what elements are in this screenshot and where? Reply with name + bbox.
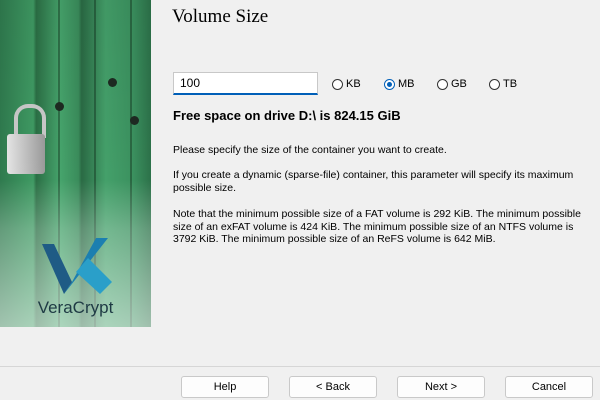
unit-radio-tb[interactable]: TB <box>489 78 517 90</box>
veracrypt-logo-icon <box>42 238 112 294</box>
help-button[interactable]: Help <box>181 376 269 398</box>
volume-size-input[interactable]: 100 <box>173 72 318 95</box>
unit-radio-mb[interactable]: MB <box>384 78 415 90</box>
unit-label: KB <box>346 78 361 90</box>
info-paragraph: Please specify the size of the container… <box>173 144 447 156</box>
next-button[interactable]: Next > <box>397 376 485 398</box>
page-title: Volume Size <box>172 6 269 27</box>
veracrypt-logo-text: VeraCrypt <box>37 298 114 317</box>
free-space-label: Free space on drive D:\ is 824.15 GiB <box>173 108 401 123</box>
unit-label: MB <box>398 78 415 90</box>
unit-label: GB <box>451 78 467 90</box>
wizard-side-image: VeraCrypt <box>0 0 151 327</box>
cancel-button[interactable]: Cancel <box>505 376 593 398</box>
unit-radio-gb[interactable]: GB <box>437 78 467 90</box>
footer-separator <box>0 366 600 367</box>
radio-button-icon[interactable] <box>332 78 343 90</box>
back-button[interactable]: < Back <box>289 376 377 398</box>
info-paragraph: If you create a dynamic (sparse-file) co… <box>173 169 574 194</box>
radio-button-icon[interactable] <box>437 78 448 90</box>
unit-radio-kb[interactable]: KB <box>332 78 361 90</box>
radio-button-selected-icon[interactable] <box>384 78 395 90</box>
radio-button-icon[interactable] <box>489 78 500 90</box>
info-paragraph: Note that the minimum possible size of a… <box>173 208 581 245</box>
unit-label: TB <box>503 78 518 90</box>
